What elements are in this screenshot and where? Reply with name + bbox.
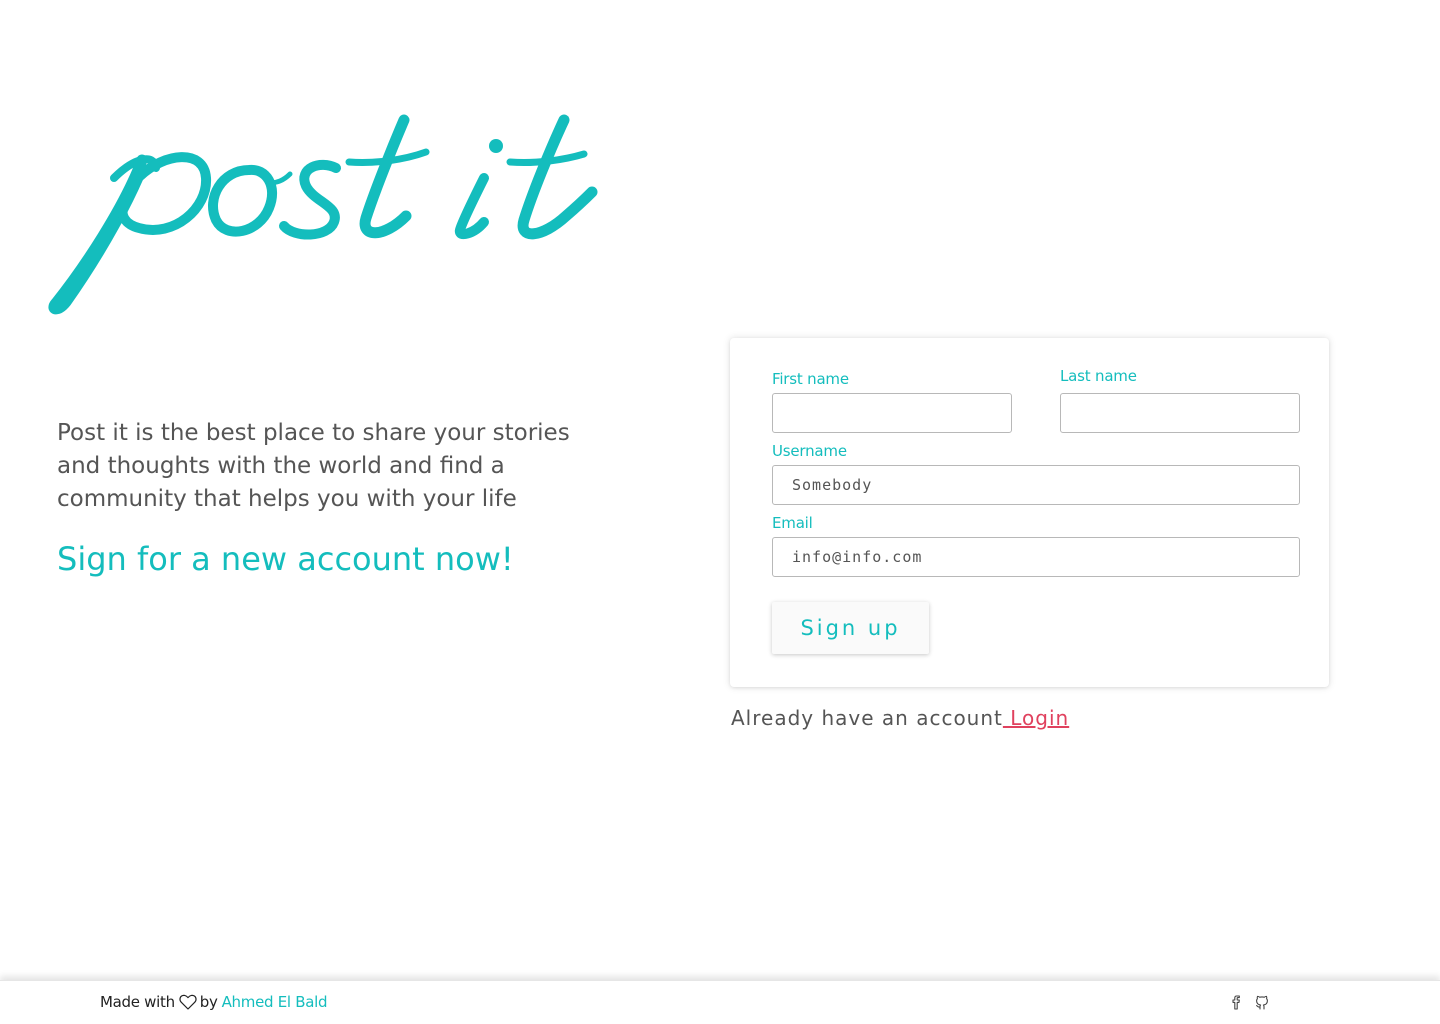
last-name-label: Last name <box>1060 367 1137 385</box>
email-field[interactable] <box>772 537 1300 577</box>
login-link[interactable]: Login <box>1003 706 1069 730</box>
login-prompt-text: Already have an account <box>731 706 1003 730</box>
signup-page: Post it is the best place to share your … <box>0 0 1440 1024</box>
logo-wordmark <box>48 114 598 315</box>
heart-icon <box>179 994 197 1010</box>
username-label: Username <box>772 442 847 460</box>
signup-form-card: First name Last name Username Email Sign… <box>730 338 1329 687</box>
last-name-field[interactable] <box>1060 393 1300 433</box>
post-it-logo <box>44 98 604 318</box>
signup-cta-heading: Sign for a new account now! <box>57 540 514 578</box>
first-name-label: First name <box>772 370 849 388</box>
footer: Made with by Ahmed El Bald <box>0 980 1440 1024</box>
login-prompt: Already have an account Login <box>731 706 1069 730</box>
made-with-text: Made with <box>100 993 175 1011</box>
email-label: Email <box>772 514 813 532</box>
first-name-field[interactable] <box>772 393 1012 433</box>
by-text: by <box>199 993 218 1011</box>
hero-description: Post it is the best place to share your … <box>57 420 570 512</box>
social-icons <box>1228 993 1270 1011</box>
sign-up-button[interactable]: Sign up <box>772 602 929 654</box>
username-field[interactable] <box>772 465 1300 505</box>
author-link[interactable]: Ahmed El Bald <box>222 993 328 1011</box>
footer-credits: Made with by Ahmed El Bald <box>100 993 327 1011</box>
github-icon[interactable] <box>1254 993 1270 1011</box>
facebook-icon[interactable] <box>1228 993 1244 1011</box>
